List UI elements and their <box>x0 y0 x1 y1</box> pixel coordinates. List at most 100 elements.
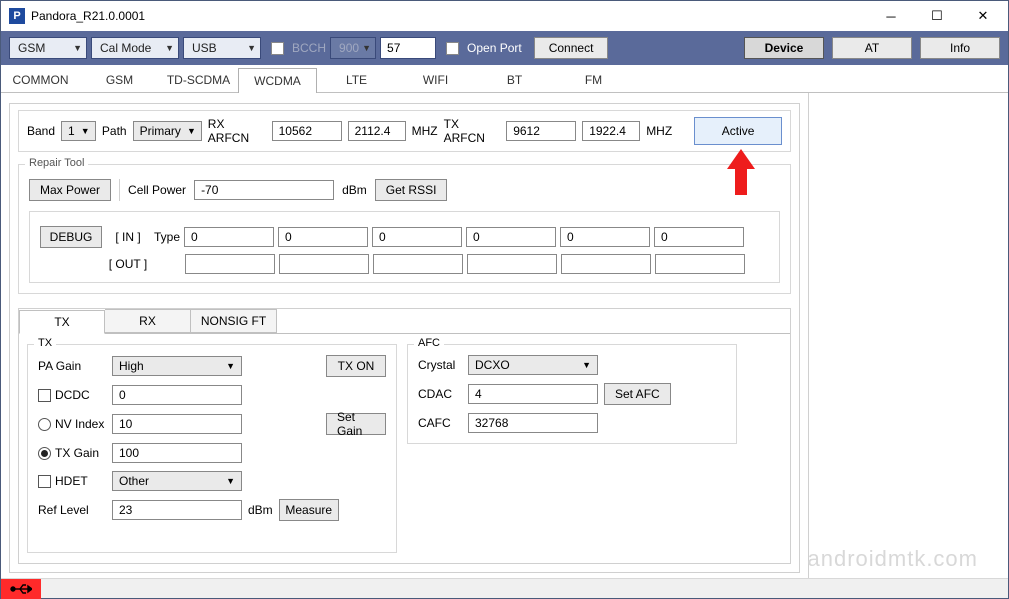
separator <box>119 179 120 201</box>
setafc-button[interactable]: Set AFC <box>604 383 671 405</box>
txgain-radio[interactable] <box>38 447 51 460</box>
dcdc-label: DCDC <box>55 388 90 402</box>
cal-select[interactable]: Cal Mode ▼ <box>91 37 179 59</box>
mode-select-value: GSM <box>18 41 45 55</box>
out-label: [ OUT ] <box>106 257 150 271</box>
in-input-4[interactable] <box>560 227 650 247</box>
tab-bt[interactable]: BT <box>475 67 554 92</box>
tab-tdscdma[interactable]: TD-SCDMA <box>159 67 238 92</box>
rxarfcn-input[interactable] <box>272 121 342 141</box>
maximize-button[interactable]: ☐ <box>914 1 960 31</box>
txon-button[interactable]: TX ON <box>326 355 386 377</box>
in-input-5[interactable] <box>654 227 744 247</box>
bcch-checkbox[interactable] <box>271 42 284 55</box>
close-button[interactable]: ✕ <box>960 1 1006 31</box>
getrssi-button-label: Get RSSI <box>386 183 437 197</box>
tab-lte[interactable]: LTE <box>317 67 396 92</box>
minimize-button[interactable]: ─ <box>868 1 914 31</box>
chevron-down-icon: ▼ <box>582 360 591 370</box>
cellpower-label: Cell Power <box>128 183 186 197</box>
out-input-4[interactable] <box>561 254 651 274</box>
app-icon: P <box>9 8 25 24</box>
in-input-2[interactable] <box>372 227 462 247</box>
sub-body: TX PA Gain High▼ TX ON DCDC NV Inde <box>19 333 790 563</box>
sub-tabs: TX RX NONSIG FT <box>19 309 790 333</box>
debug-button[interactable]: DEBUG <box>40 226 102 248</box>
getrssi-button[interactable]: Get RSSI <box>375 179 448 201</box>
band-select[interactable]: 1▼ <box>61 121 96 141</box>
out-input-1[interactable] <box>279 254 369 274</box>
dcdc-checkbox[interactable] <box>38 389 51 402</box>
reflevel-input[interactable] <box>112 500 242 520</box>
chevron-down-icon: ▼ <box>187 126 196 136</box>
subtab-nonsigft[interactable]: NONSIG FT <box>191 309 277 333</box>
setgain-button[interactable]: Set Gain <box>326 413 386 435</box>
out-input-0[interactable] <box>185 254 275 274</box>
crystal-select[interactable]: DCXO ▼ <box>468 355 598 375</box>
in-label: [ IN ] <box>106 230 150 244</box>
nvindex-label: NV Index <box>55 417 104 431</box>
rx-mhz-input[interactable] <box>348 121 406 141</box>
openport-label: Open Port <box>467 41 522 55</box>
hdet-checkbox[interactable] <box>38 475 51 488</box>
chevron-down-icon: ▼ <box>165 43 174 53</box>
repair-tool-fieldset: Repair Tool Max Power Cell Power dBm Get… <box>18 164 791 294</box>
dbm-label-2: dBm <box>248 503 273 517</box>
mode-select[interactable]: GSM▼ <box>9 37 87 59</box>
measure-button[interactable]: Measure <box>279 499 339 521</box>
right-panel <box>808 93 1008 579</box>
in-input-0[interactable] <box>184 227 274 247</box>
out-input-3[interactable] <box>467 254 557 274</box>
out-input-2[interactable] <box>373 254 463 274</box>
txgain-label: TX Gain <box>55 446 99 460</box>
txarfcn-label: TX ARFCN <box>444 117 501 145</box>
subtab-tx[interactable]: TX <box>19 310 105 334</box>
tab-wifi[interactable]: WIFI <box>396 67 475 92</box>
bcch-ch-value: 900 <box>339 41 359 55</box>
connect-button[interactable]: Connect <box>534 37 609 59</box>
in-input-1[interactable] <box>278 227 368 247</box>
tab-common[interactable]: COMMON <box>1 67 80 92</box>
chevron-down-icon: ▼ <box>81 126 90 136</box>
path-select[interactable]: Primary ▼ <box>133 121 202 141</box>
nvindex-radio[interactable] <box>38 418 51 431</box>
reflevel-label: Ref Level <box>38 503 106 517</box>
cdac-input[interactable] <box>468 384 598 404</box>
wcdma-panel: Band 1▼ Path Primary▼ RX ARFCN MHZ TX AR… <box>9 103 800 573</box>
nvindex-input[interactable] <box>112 414 242 434</box>
cafc-label: CAFC <box>418 416 462 430</box>
measure-button-label: Measure <box>285 503 332 517</box>
main-tabs: COMMON GSM TD-SCDMA WCDMA LTE WIFI BT FM <box>1 65 1008 93</box>
info-button[interactable]: Info <box>920 37 1000 59</box>
pagain-select[interactable]: High▼ <box>112 356 242 376</box>
content: Band 1▼ Path Primary▼ RX ARFCN MHZ TX AR… <box>1 93 1008 579</box>
hdet-select-value: Other <box>119 474 149 488</box>
hdet-select[interactable]: Other▼ <box>112 471 242 491</box>
path-select-value: Primary <box>140 124 181 138</box>
path-label: Path <box>102 124 127 138</box>
openport-checkbox[interactable] <box>446 42 459 55</box>
txarfcn-input[interactable] <box>506 121 576 141</box>
subtab-rx[interactable]: RX <box>105 309 191 333</box>
port-input[interactable] <box>380 37 436 59</box>
device-button[interactable]: Device <box>744 37 824 59</box>
txgain-input[interactable] <box>112 443 242 463</box>
tx-mhz-input[interactable] <box>582 121 640 141</box>
cdac-label: CDAC <box>418 387 462 401</box>
cafc-input[interactable] <box>468 413 598 433</box>
tab-wcdma[interactable]: WCDMA <box>238 68 317 93</box>
tab-fm[interactable]: FM <box>554 67 633 92</box>
at-button[interactable]: AT <box>832 37 912 59</box>
in-input-3[interactable] <box>466 227 556 247</box>
crystal-select-value: DCXO <box>475 358 510 372</box>
active-button[interactable]: Active <box>694 117 782 145</box>
cellpower-input[interactable] <box>194 180 334 200</box>
out-input-5[interactable] <box>655 254 745 274</box>
conn-select-value: USB <box>192 41 217 55</box>
conn-select[interactable]: USB▼ <box>183 37 261 59</box>
dcdc-input[interactable] <box>112 385 242 405</box>
at-button-label: AT <box>865 41 879 55</box>
maxpower-button[interactable]: Max Power <box>29 179 111 201</box>
cal-select-value: Cal Mode <box>100 41 151 55</box>
tab-gsm[interactable]: GSM <box>80 67 159 92</box>
